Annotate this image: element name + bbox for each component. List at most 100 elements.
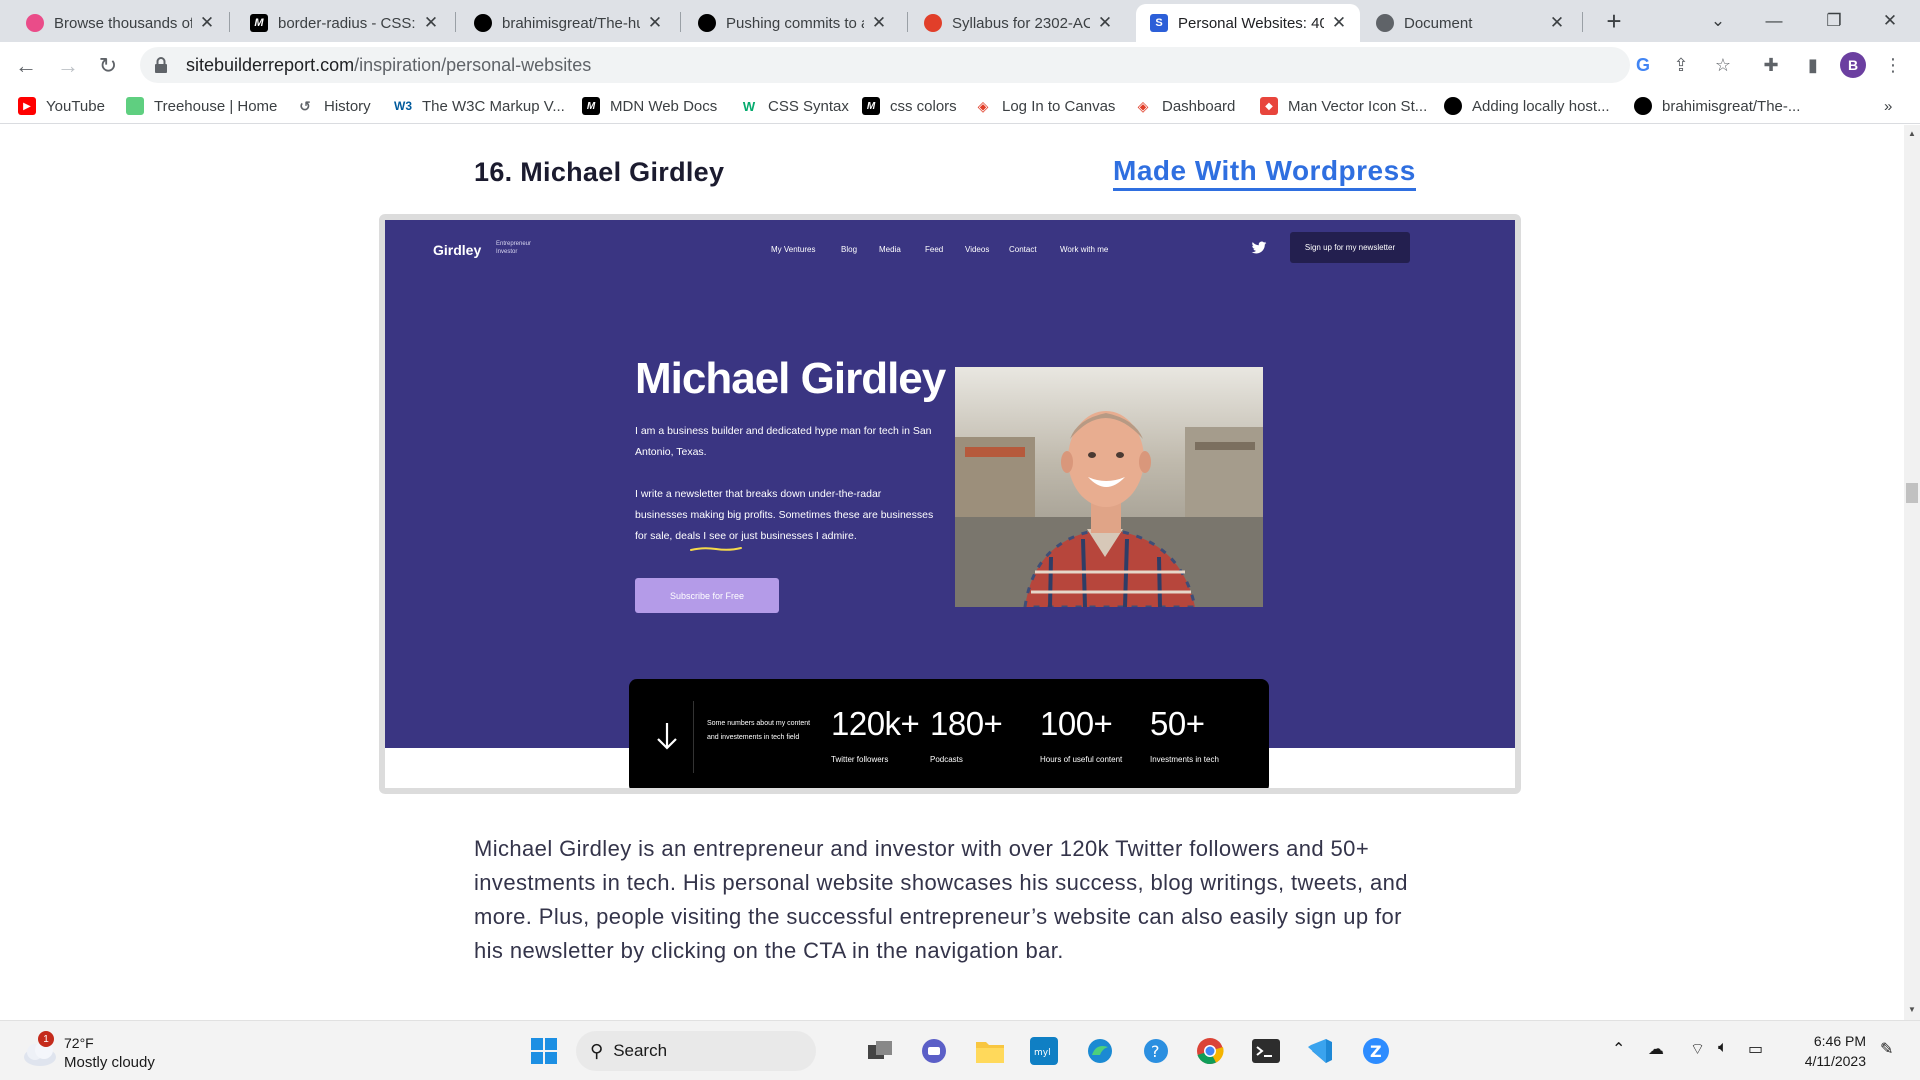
side-panel-icon[interactable]: ▮ — [1798, 50, 1828, 80]
edge-icon[interactable] — [1082, 1033, 1118, 1069]
close-icon[interactable]: ✕ — [198, 13, 216, 33]
site-intro-paragraph: I am a business builder and dedicated hy… — [635, 425, 932, 458]
back-icon[interactable]: ← — [10, 50, 42, 82]
bookmark-youtube[interactable]: ▶ YouTube — [18, 94, 105, 118]
profile-avatar[interactable]: B — [1840, 52, 1866, 78]
website-screenshot: Girdley Entrepreneur Investor My Venture… — [379, 214, 1521, 794]
weather-condition: Mostly cloudy — [64, 1054, 155, 1071]
tab-border-radius[interactable]: M border-radius - CSS: C ✕ — [236, 4, 452, 42]
weather-widget[interactable]: 1 72°F Mostly cloudy — [20, 1031, 170, 1073]
google-lens-icon[interactable]: G — [1628, 50, 1658, 80]
tab-divider — [455, 12, 456, 32]
tab-search-icon[interactable]: ⌄ — [1690, 0, 1746, 42]
windows-start-icon[interactable] — [526, 1033, 562, 1069]
lock-icon — [155, 57, 167, 73]
bookmark-label: css colors — [890, 97, 957, 115]
vscode-icon[interactable] — [1302, 1033, 1338, 1069]
close-window-icon[interactable]: ✕ — [1862, 0, 1918, 42]
notifications-icon[interactable]: ✎ — [1880, 1039, 1893, 1059]
wifi-icon[interactable]: ⌔ — [1690, 1039, 1705, 1059]
windows-taskbar: 1 72°F Mostly cloudy ⚲ Search myl ? Z ⌃ … — [0, 1020, 1920, 1080]
tab-title: Browse thousands of — [54, 14, 192, 32]
site-nav-item: Videos — [965, 245, 990, 254]
bookmark-man-vector[interactable]: ◆ Man Vector Icon St... — [1260, 94, 1427, 118]
stats-divider — [693, 701, 694, 773]
vector-icon: ◆ — [1260, 97, 1278, 115]
scrollbar-thumb[interactable] — [1906, 483, 1918, 503]
address-bar[interactable]: sitebuilderreport.com/inspiration/person… — [140, 47, 1630, 83]
github-icon — [1634, 97, 1652, 115]
bookmark-css-colors[interactable]: Mcss colors — [862, 94, 957, 118]
scroll-down-icon[interactable]: ▼ — [1908, 1005, 1916, 1014]
site-nav-item: Media — [879, 245, 901, 254]
minimize-icon[interactable]: — — [1746, 0, 1802, 42]
tab-title: border-radius - CSS: C — [278, 14, 416, 32]
bookmark-canvas-login[interactable]: ◈ Log In to Canvas — [974, 94, 1116, 118]
tab-divider — [229, 12, 230, 32]
bookmark-dashboard[interactable]: ◈ Dashboard — [1134, 94, 1236, 118]
mdn-icon: M — [582, 97, 600, 115]
tab-personal-websites[interactable]: S Personal Websites: 40 ✕ — [1136, 4, 1360, 42]
menu-icon[interactable]: ⋮ — [1878, 50, 1908, 80]
tab-github-repo[interactable]: brahimisgreat/The-hu ✕ — [460, 4, 676, 42]
github-icon — [474, 14, 492, 32]
made-with-link[interactable]: Made With Wordpress — [1113, 155, 1416, 191]
help-icon[interactable]: ? — [1138, 1033, 1174, 1069]
tab-syllabus[interactable]: Syllabus for 2302-ACC ✕ — [910, 4, 1126, 42]
zoom-icon[interactable]: Z — [1358, 1033, 1394, 1069]
close-icon[interactable]: ✕ — [870, 13, 888, 33]
stat-label: Podcasts — [930, 755, 963, 764]
battery-icon[interactable]: ▭ — [1748, 1039, 1763, 1059]
show-hidden-icons[interactable]: ⌃ — [1612, 1039, 1625, 1059]
extensions-icon[interactable]: ✚ — [1756, 50, 1786, 80]
close-icon[interactable]: ✕ — [1096, 13, 1114, 33]
tab-divider — [1582, 12, 1583, 32]
tab-document[interactable]: Document ✕ — [1362, 4, 1578, 42]
share-icon[interactable]: ⇪ — [1666, 50, 1696, 80]
page-scrollbar[interactable]: ▲ ▼ — [1904, 125, 1920, 1020]
bookmark-mdn[interactable]: M MDN Web Docs — [582, 94, 717, 118]
youtube-icon: ▶ — [18, 97, 36, 115]
bookmark-css-syntax[interactable]: W CSS Syntax — [740, 94, 849, 118]
tab-dribbble[interactable]: Browse thousands of ✕ — [12, 4, 228, 42]
file-explorer-icon[interactable] — [972, 1033, 1008, 1069]
terminal-icon[interactable] — [1248, 1033, 1284, 1069]
tab-title: Document — [1404, 14, 1473, 32]
reload-icon[interactable]: ↻ — [92, 50, 124, 82]
mylab-icon[interactable]: myl — [1026, 1033, 1062, 1069]
bookmark-treehouse[interactable]: Treehouse | Home — [126, 94, 277, 118]
taskbar-search[interactable]: ⚲ Search — [576, 1031, 816, 1071]
url-host: sitebuilderreport.com — [186, 54, 355, 75]
scroll-up-icon[interactable]: ▲ — [1908, 129, 1916, 138]
close-icon[interactable]: ✕ — [646, 13, 664, 33]
chrome-icon[interactable] — [1192, 1033, 1228, 1069]
new-tab-button[interactable]: + — [1598, 6, 1630, 38]
site-nav-item: Contact — [1009, 245, 1037, 254]
svg-text:Z: Z — [1370, 1042, 1382, 1061]
tab-title: Syllabus for 2302-ACC — [952, 14, 1090, 32]
close-icon[interactable]: ✕ — [1330, 13, 1348, 33]
bookmark-w3c[interactable]: W3 The W3C Markup V... — [394, 94, 565, 118]
github-icon — [698, 14, 716, 32]
volume-icon[interactable]: 🔈︎ — [1718, 1039, 1728, 1057]
close-icon[interactable]: ✕ — [1548, 13, 1566, 33]
treehouse-icon — [126, 97, 144, 115]
bookmarks-bar: ▶ YouTube Treehouse | Home ↺ History W3 The… — [0, 88, 1920, 124]
mdn-icon: M — [250, 14, 268, 32]
teams-chat-icon[interactable] — [916, 1033, 952, 1069]
bookmark-star-icon[interactable]: ☆ — [1708, 50, 1738, 80]
forward-icon[interactable]: → — [52, 50, 84, 82]
onedrive-icon[interactable]: ☁ — [1648, 1039, 1664, 1059]
search-label: Search — [613, 1041, 668, 1060]
weather-badge: 1 — [38, 1031, 54, 1047]
taskbar-clock[interactable]: 6:46 PM 4/11/2023 — [1780, 1031, 1866, 1071]
restore-icon[interactable]: ❐ — [1806, 0, 1862, 42]
close-icon[interactable]: ✕ — [422, 13, 440, 33]
bookmark-adding-locally[interactable]: Adding locally host... — [1444, 94, 1610, 118]
bookmark-brahimisgreat[interactable]: brahimisgreat/The-... — [1634, 94, 1800, 118]
bookmark-history[interactable]: ↺ History — [296, 94, 371, 118]
task-view-icon[interactable] — [862, 1033, 898, 1069]
tab-pushing-commits[interactable]: Pushing commits to a ✕ — [684, 4, 900, 42]
bookmarks-more-button[interactable]: » — [1884, 94, 1892, 118]
twitter-icon — [1251, 241, 1267, 254]
